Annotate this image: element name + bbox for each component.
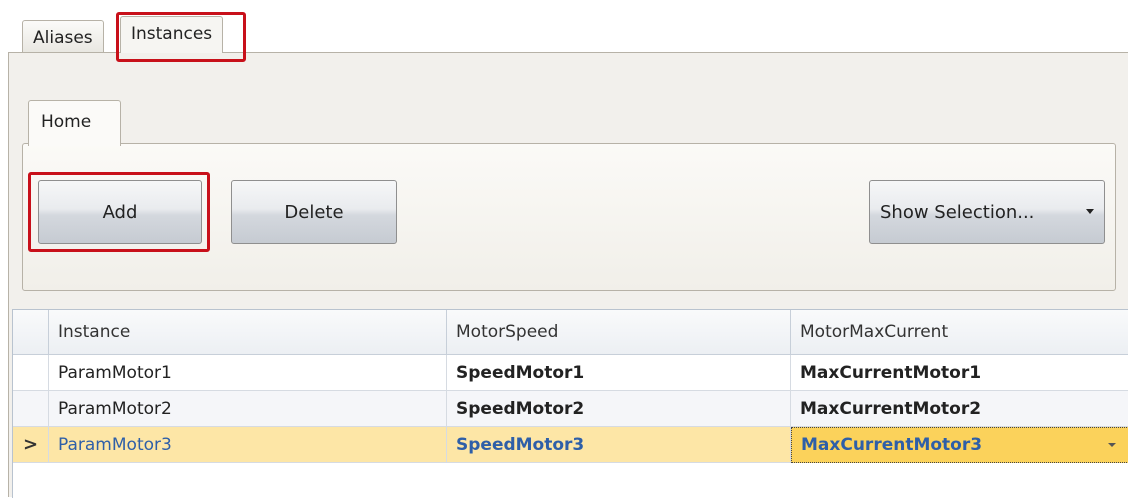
show-selection-label: Show Selection... [880, 201, 1035, 223]
tab-home-label: Home [41, 112, 92, 132]
grid-header-row: Instance MotorSpeed MotorMaxCurrent [13, 310, 1128, 355]
motorspeed-cell[interactable]: SpeedMotor3 [447, 427, 791, 463]
tab-home[interactable]: Home [28, 100, 121, 146]
add-button-label: Add [102, 201, 138, 223]
row-selector[interactable] [13, 391, 49, 427]
current-row-chevron-icon: > [22, 434, 39, 455]
table-row-selected[interactable]: > ParamMotor3 SpeedMotor3 MaxCurrentMoto… [13, 427, 1128, 463]
chevron-down-icon [1086, 209, 1094, 214]
delete-button[interactable]: Delete [231, 180, 397, 244]
motormaxcurrent-cell[interactable]: MaxCurrentMotor2 [791, 391, 1128, 427]
table-row[interactable]: ParamMotor1 SpeedMotor1 MaxCurrentMotor1 [13, 355, 1128, 391]
tab-aliases-label: Aliases [33, 28, 93, 48]
column-header-instance[interactable]: Instance [49, 310, 447, 355]
show-selection-dropdown[interactable]: Show Selection... [869, 180, 1105, 244]
tab-aliases[interactable]: Aliases [22, 20, 104, 54]
add-button[interactable]: Add [38, 180, 202, 244]
instance-cell[interactable]: ParamMotor2 [49, 391, 447, 427]
tab-instances-label: Instances [131, 24, 213, 44]
column-header-motormaxcurrent[interactable]: MotorMaxCurrent [791, 310, 1128, 355]
tab-instances[interactable]: Instances [120, 16, 224, 53]
table-row[interactable]: ParamMotor2 SpeedMotor2 MaxCurrentMotor2 [13, 391, 1128, 427]
delete-button-label: Delete [284, 201, 344, 223]
motorspeed-cell[interactable]: SpeedMotor1 [447, 355, 791, 391]
motorspeed-cell[interactable]: SpeedMotor2 [447, 391, 791, 427]
motormaxcurrent-cell-editing[interactable]: MaxCurrentMotor3 [791, 427, 1128, 463]
motormaxcurrent-value: MaxCurrentMotor3 [801, 435, 983, 455]
instance-cell[interactable]: ParamMotor1 [49, 355, 447, 391]
row-selector[interactable]: > [13, 427, 49, 463]
row-selector-header [13, 310, 49, 355]
instance-cell[interactable]: ParamMotor3 [49, 427, 447, 463]
instances-grid: Instance MotorSpeed MotorMaxCurrent Para… [12, 309, 1128, 498]
row-selector[interactable] [13, 355, 49, 391]
motormaxcurrent-cell[interactable]: MaxCurrentMotor1 [791, 355, 1128, 391]
chevron-down-icon[interactable] [1108, 443, 1116, 447]
column-header-motorspeed[interactable]: MotorSpeed [447, 310, 791, 355]
